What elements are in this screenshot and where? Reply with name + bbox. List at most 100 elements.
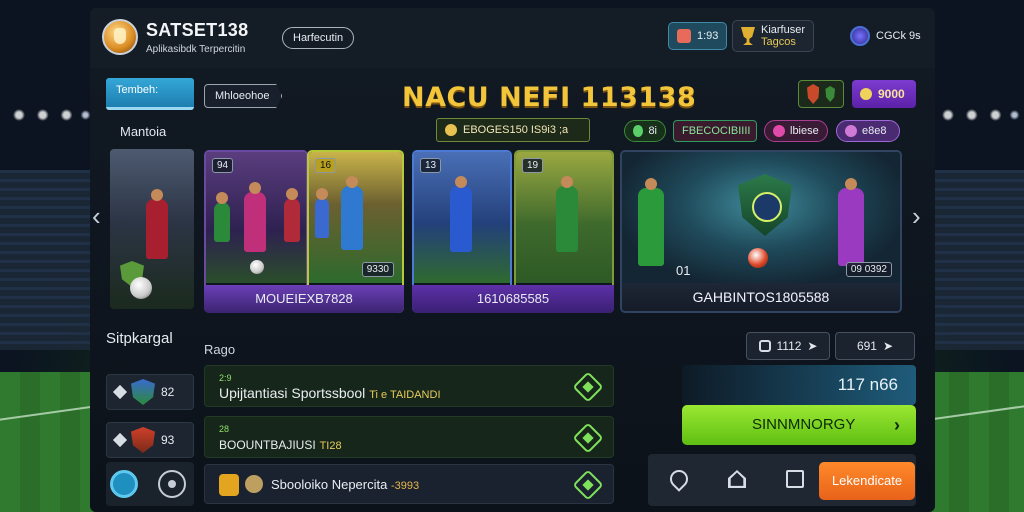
stat-value: 691 (856, 339, 877, 353)
team-crest-icon (131, 427, 155, 453)
balance-display: 117 n66 (682, 365, 916, 405)
profile-icon[interactable] (110, 470, 138, 498)
player-figure (244, 182, 266, 252)
card-caption: MOUEIEXB7828 (204, 285, 404, 313)
diamond-icon (112, 384, 128, 400)
filter-chip-3[interactable]: lbiese (764, 120, 828, 142)
rewards-line-1: Kiarfuser (761, 24, 806, 36)
header-button-gems-label: CGCk 9s (876, 30, 921, 42)
player-figure (450, 176, 472, 252)
app-window: SATSET138 Aplikasibdk Terpercitin Harfec… (90, 8, 935, 512)
brand-tagline: Aplikasibdk Terpercitin (146, 44, 246, 55)
coin-icon (445, 124, 457, 136)
chevron-left-icon[interactable]: ‹ (92, 203, 101, 229)
sidebar-footer (106, 462, 194, 506)
sidebar-item-team-2[interactable]: 93 (106, 422, 194, 458)
stat-button-2[interactable]: 691 ➤ (835, 332, 915, 360)
stat-value: 1112 (776, 339, 802, 353)
promo-code-text: EBOGES150 IS9i3 ;a (463, 124, 569, 136)
primary-cta-button[interactable]: SINNMNORGY › (682, 405, 916, 445)
filter-chip-2[interactable]: FBECOCIBIIII (673, 120, 757, 142)
orange-action-button[interactable]: Lekendicate (819, 462, 915, 500)
player-figure (214, 192, 230, 242)
team-crest-icon (807, 84, 820, 104)
arrow-right-icon: ➤ (882, 339, 894, 353)
card-tag: 94 (212, 158, 234, 173)
sidebar-label: Mantoia (120, 124, 167, 139)
list-item-title: Upijtantiasi Sportssbool Ti e TAIDANDI (219, 385, 441, 401)
promo-code-bar[interactable]: EBOGES150 IS9i3 ;a (436, 118, 590, 142)
page-title: NACU NEFI 113138 (402, 82, 697, 113)
header-button-stats-label: 1:93 (697, 30, 719, 42)
list-item-tag: 2:9 (219, 373, 232, 383)
list-item[interactable]: 2:9 Upijtantiasi Sportssbool Ti e TAIDAN… (204, 365, 614, 407)
card-odds: 09 0392 (845, 262, 892, 277)
trophy-icon (219, 474, 239, 496)
diamond-icon (112, 432, 128, 448)
list-item-text: BOOUNTBAJIUSI (219, 438, 316, 452)
coin-icon (860, 88, 872, 100)
chevron-right-icon: › (894, 415, 900, 435)
location-icon[interactable] (666, 466, 692, 492)
sidebar-player-card[interactable] (110, 149, 194, 309)
list-item-title: Sbooloiko Nepercita -3993 (271, 477, 419, 492)
header-button-rewards[interactable]: Kiarfuser Tagcos (732, 20, 815, 52)
player-figure (146, 189, 168, 259)
gem-icon (850, 26, 870, 46)
rewards-line-2: Tagcos (761, 36, 796, 48)
chip-icon (633, 125, 644, 137)
arrow-right-icon: ➤ (807, 339, 818, 353)
football-icon (748, 248, 768, 268)
list-item-text: Upijtantiasi Sportssbool (219, 385, 366, 401)
stadium-background-left (0, 0, 95, 512)
filter-chip-label: e8e8 (862, 125, 887, 137)
list-item-highlight: Ti e TAIDANDI (369, 389, 441, 401)
filter-chip-label: lbiese (790, 125, 819, 137)
sidebar-item-team-1[interactable]: 82 (106, 374, 194, 410)
card-caption: 1610685585 (412, 285, 614, 313)
stats-icon (677, 29, 691, 43)
header-button-rewards-label: Kiarfuser Tagcos (761, 24, 805, 48)
card-tag: 01 (676, 263, 691, 278)
filter-chip-4[interactable]: e8e8 (836, 120, 900, 142)
arrow-badge-icon[interactable] (572, 469, 604, 501)
filter-chip-1[interactable]: 8i (624, 120, 666, 142)
bag-icon[interactable] (786, 470, 804, 488)
category-pill[interactable]: Mhloeohoe (204, 84, 283, 108)
section-label: Rago (204, 342, 236, 357)
trophy-icon (741, 27, 755, 45)
coins-balance-button[interactable]: 9000 (852, 80, 916, 108)
player-figure (556, 176, 578, 252)
football-icon (250, 260, 264, 274)
card-caption: GAHBINTOS1805588 (622, 283, 900, 311)
header-button-gems[interactable]: CGCk 9s (842, 22, 929, 50)
grid-icon (758, 340, 771, 352)
arrow-badge-icon[interactable] (572, 371, 604, 403)
home-icon[interactable] (728, 470, 746, 488)
player-figure (638, 178, 664, 266)
arrow-badge-icon[interactable] (572, 422, 604, 454)
list-item[interactable]: Sbooloiko Nepercita -3993 (204, 464, 614, 504)
stat-button-1[interactable]: 1112 ➤ (746, 332, 830, 360)
chevron-right-icon[interactable]: › (912, 203, 921, 229)
sidebar-item-value: 93 (161, 433, 175, 447)
team-badge-button[interactable] (798, 80, 844, 108)
header-link-pill[interactable]: Harfecutin (282, 27, 355, 49)
game-card-featured[interactable]: 01 09 0392 GAHBINTOS1805588 (620, 150, 902, 313)
brand-logo-icon[interactable] (102, 19, 138, 55)
player-figure (341, 176, 363, 250)
sidebar-section-title: Sitpkargal (106, 330, 173, 347)
sidebar-tab-active[interactable]: Tembeh: (106, 78, 194, 110)
player-figure (838, 178, 864, 266)
club-crest-icon (738, 174, 792, 236)
chip-icon (773, 125, 785, 137)
header-button-stats[interactable]: 1:93 (668, 22, 728, 50)
stadium-background-right (929, 0, 1024, 512)
team-crest-icon (131, 379, 155, 405)
settings-icon[interactable] (158, 470, 186, 498)
list-item-tag: 28 (219, 424, 230, 434)
player-figure (315, 188, 329, 238)
list-item[interactable]: 28 BOOUNTBAJIUSI TI28 (204, 416, 614, 458)
header-bar: SATSET138 Aplikasibdk Terpercitin Harfec… (90, 8, 935, 68)
brand-name: SATSET138 (146, 20, 249, 40)
